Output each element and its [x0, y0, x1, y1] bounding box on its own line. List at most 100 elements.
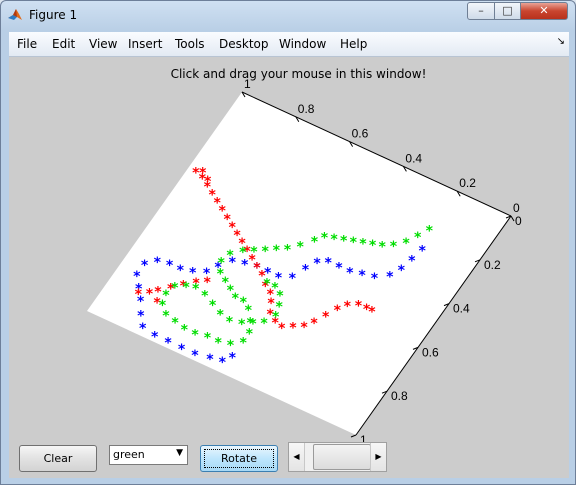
- marker-green: *: [296, 240, 304, 256]
- menu-desktop[interactable]: Desktop: [219, 37, 269, 51]
- marker-green: *: [402, 236, 410, 252]
- marker-blue: *: [140, 258, 148, 274]
- x-tick-label: 0.4: [405, 151, 422, 165]
- y-tick-label: 0.6: [422, 345, 439, 359]
- marker-green: *: [239, 245, 247, 261]
- marker-green: *: [389, 239, 397, 255]
- x-tick-label: 0.6: [352, 127, 369, 141]
- marker-red: *: [354, 298, 362, 314]
- marker-blue: *: [153, 255, 161, 271]
- marker-blue: *: [288, 271, 296, 287]
- marker-blue: *: [165, 258, 173, 274]
- plot-title: Click and drag your mouse in this window…: [170, 67, 427, 81]
- marker-green: *: [214, 335, 222, 351]
- x-tick-label: 0: [513, 201, 520, 215]
- marker-green: *: [414, 230, 422, 246]
- dock-arrow-icon[interactable]: ↘: [557, 36, 565, 47]
- menu-tools[interactable]: Tools: [175, 37, 205, 51]
- marker-green: *: [261, 244, 269, 260]
- marker-blue: *: [191, 348, 199, 364]
- minimize-button[interactable]: –: [467, 2, 495, 20]
- marker-green: *: [263, 277, 271, 293]
- close-button[interactable]: ✕: [520, 2, 568, 20]
- axes-background[interactable]: [87, 92, 511, 435]
- marker-green: *: [191, 328, 199, 344]
- marker-blue: *: [313, 256, 321, 272]
- menu-edit[interactable]: Edit: [52, 37, 75, 51]
- marker-green: *: [260, 316, 268, 332]
- slider-thumb[interactable]: [313, 444, 371, 470]
- slider-left-arrow-icon[interactable]: ◀: [289, 443, 305, 471]
- marker-blue: *: [335, 260, 343, 276]
- menu-window[interactable]: Window: [279, 37, 326, 51]
- chevron-down-icon[interactable]: ▼: [176, 448, 183, 458]
- marker-blue: *: [358, 268, 366, 284]
- marker-red: *: [300, 320, 308, 336]
- marker-green: *: [180, 323, 188, 339]
- window-title: Figure 1: [29, 8, 78, 22]
- title-bar[interactable]: Figure 1 – □ ✕: [1, 1, 575, 29]
- maximize-button[interactable]: □: [494, 2, 521, 20]
- marker-green: *: [250, 244, 258, 260]
- marker-blue: *: [408, 253, 416, 269]
- rotate-button[interactable]: Rotate: [200, 445, 278, 472]
- marker-blue: *: [346, 265, 354, 281]
- marker-red: *: [310, 316, 318, 332]
- marker-red: *: [343, 299, 351, 315]
- menu-file[interactable]: File: [17, 37, 37, 51]
- marker-green: *: [368, 238, 376, 254]
- marker-red: *: [362, 302, 370, 318]
- marker-green: *: [349, 235, 357, 251]
- marker-green: *: [226, 248, 234, 264]
- x-tick-mark: [510, 215, 515, 222]
- color-select[interactable]: green ▼: [109, 445, 188, 465]
- figure-canvas[interactable]: 0 0.2 0.4 0.6 0.8 1 0 0.2 0.4 0.6 0.8 1 * * * * * * * * * * * *…: [9, 57, 569, 478]
- marker-green: *: [330, 232, 338, 248]
- marker-blue: *: [164, 336, 172, 352]
- rotated-scatter-plot[interactable]: 00.20.40.60.8100.20.40.60.81************…: [9, 57, 569, 478]
- menu-help[interactable]: Help: [340, 37, 367, 51]
- marker-green: *: [216, 307, 224, 323]
- y-tick-label: 0.8: [391, 389, 408, 403]
- marker-blue: *: [206, 352, 214, 368]
- y-tick-label: 0.4: [453, 302, 470, 316]
- marker-green: *: [340, 234, 348, 250]
- x-tick-label: 0.2: [459, 176, 476, 190]
- marker-green: *: [162, 288, 170, 304]
- y-tick-mark: [350, 434, 357, 438]
- marker-green: *: [425, 224, 433, 240]
- clear-button[interactable]: Clear: [19, 445, 97, 472]
- marker-green: *: [271, 280, 279, 296]
- marker-red: *: [333, 303, 341, 319]
- marker-green: *: [272, 243, 280, 259]
- marker-green: *: [283, 242, 291, 258]
- marker-red: *: [145, 286, 153, 302]
- marker-blue: *: [150, 329, 158, 345]
- marker-green: *: [171, 281, 179, 297]
- y-tick-label: 0.2: [484, 258, 501, 272]
- marker-green: *: [320, 231, 328, 247]
- marker-red: *: [289, 321, 297, 337]
- marker-blue: *: [177, 342, 185, 358]
- marker-green: *: [226, 338, 234, 354]
- figure-window: Figure 1 – □ ✕ File Edit View Insert Too…: [0, 0, 576, 485]
- marker-blue: *: [397, 263, 405, 279]
- marker-blue: *: [386, 269, 394, 285]
- marker-blue: *: [301, 262, 309, 278]
- marker-blue: *: [324, 255, 332, 271]
- marker-red: *: [322, 309, 330, 325]
- menu-insert[interactable]: Insert: [128, 37, 162, 51]
- x-tick-label: 0.8: [298, 102, 315, 116]
- close-icon: ✕: [539, 4, 549, 17]
- marker-blue: *: [370, 271, 378, 287]
- marker-red: *: [199, 166, 207, 182]
- slider-right-arrow-icon[interactable]: ▶: [370, 443, 386, 471]
- marker-green: *: [225, 314, 233, 330]
- marker-green: *: [378, 240, 386, 256]
- focus-ring: [204, 449, 274, 468]
- rotation-slider[interactable]: ◀ ▶: [288, 442, 387, 472]
- marker-green: *: [203, 330, 211, 346]
- marker-green: *: [239, 335, 247, 351]
- menu-view[interactable]: View: [89, 37, 117, 51]
- marker-green: *: [191, 281, 199, 297]
